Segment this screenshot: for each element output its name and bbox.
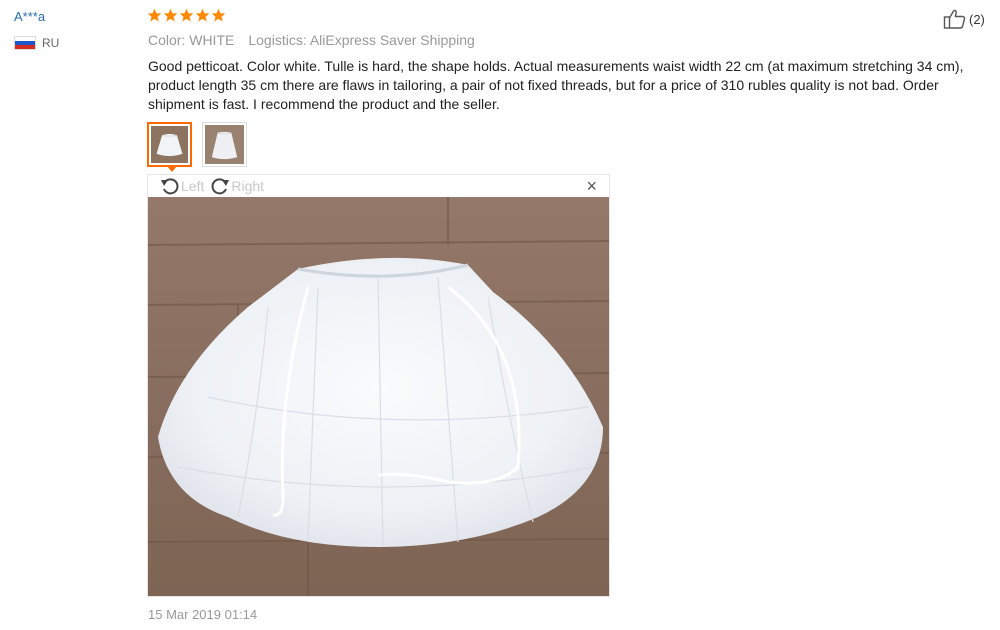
petticoat-image <box>148 197 609 596</box>
star-icon <box>163 8 178 22</box>
petticoat-photo <box>148 197 609 596</box>
thumbs-up-icon <box>943 9 966 29</box>
helpful-button[interactable]: (2) <box>943 8 985 30</box>
star-icon <box>211 8 226 22</box>
star-icon <box>147 8 162 22</box>
photo-thumbnails <box>147 122 247 172</box>
review-text: Good petticoat. Color white. Tulle is ha… <box>148 58 964 112</box>
reviewer-country: RU <box>14 36 59 50</box>
photo-viewer: Left Right × <box>147 174 610 597</box>
thumbnail-2[interactable] <box>202 122 247 167</box>
star-icon <box>179 8 194 22</box>
country-code: RU <box>42 36 60 50</box>
thumbnail-1[interactable] <box>147 122 192 172</box>
order-color: Color: WHITE <box>148 32 235 48</box>
rotate-right-button[interactable]: Right <box>210 176 264 196</box>
viewer-toolbar: Left Right × <box>148 175 609 197</box>
petticoat-thumbnail-image <box>151 126 188 163</box>
petticoat-thumbnail-image <box>205 125 244 164</box>
rotate-left-label: Left <box>181 178 205 194</box>
russia-flag-icon <box>14 36 36 50</box>
rotate-left-button[interactable]: Left <box>160 176 204 196</box>
review-date: 15 Mar 2019 01:14 <box>148 607 258 622</box>
rotate-left-icon <box>161 178 179 195</box>
order-meta: Color: WHITE Logistics: AliExpress Saver … <box>148 32 475 48</box>
order-logistics: Logistics: AliExpress Saver Shipping <box>248 32 475 48</box>
rotate-right-icon <box>211 178 230 195</box>
close-icon[interactable]: × <box>586 177 597 195</box>
helpful-count: (2) <box>969 11 985 27</box>
star-rating <box>147 8 226 23</box>
star-icon <box>195 8 210 22</box>
rotate-right-label: Right <box>231 178 265 194</box>
reviewer-name[interactable]: A***a <box>14 9 45 24</box>
selected-caret-icon <box>167 166 177 172</box>
